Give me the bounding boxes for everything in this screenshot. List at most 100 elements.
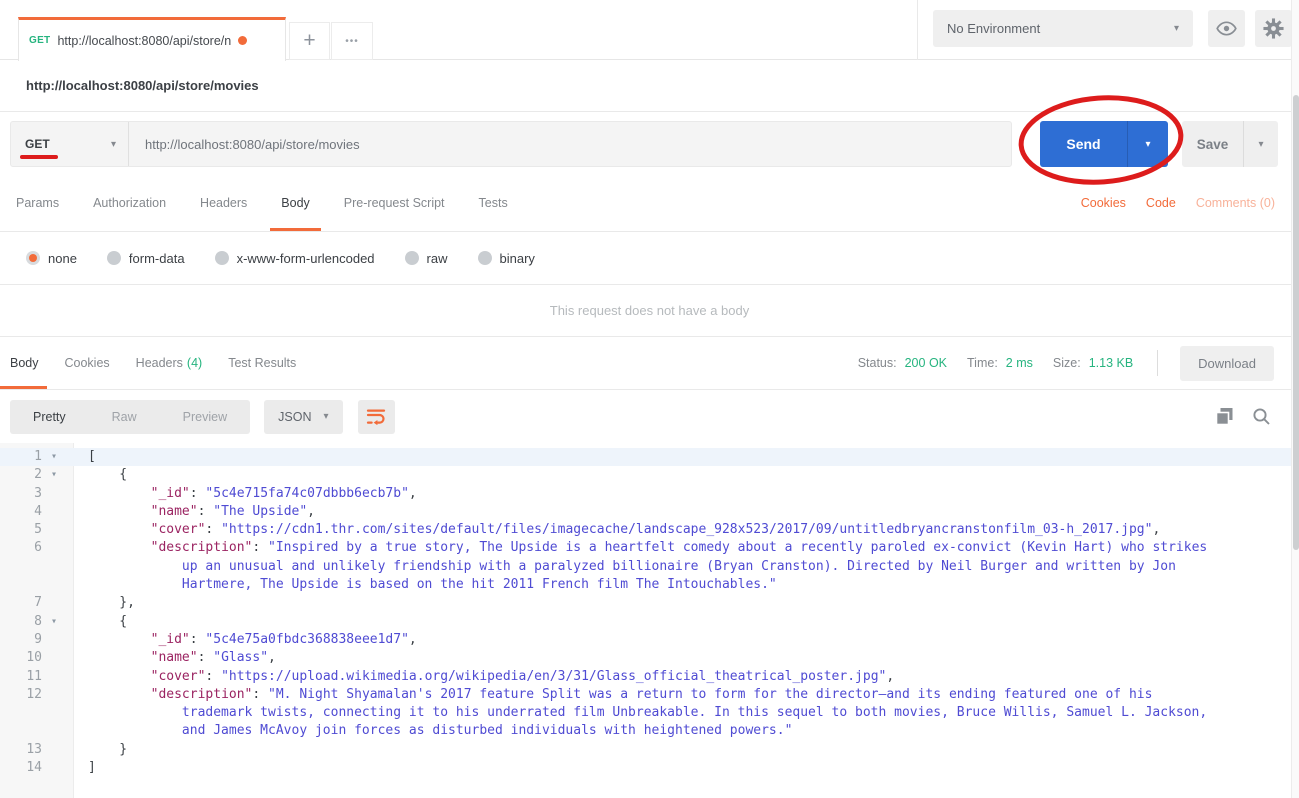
response-toolbar-icons	[1215, 407, 1271, 426]
response-tab-test-results[interactable]: Test Results	[228, 337, 296, 389]
line-number: 1	[34, 449, 42, 464]
response-tab-headers[interactable]: Headers (4)	[136, 337, 203, 389]
radio-label: binary	[499, 250, 535, 266]
line-number: 11	[26, 668, 42, 684]
code-text: up an unusual and unlikely friendship wi…	[88, 558, 1176, 574]
request-tab[interactable]: GET http://localhost:8080/api/store/n	[18, 17, 286, 61]
tab-authorization[interactable]: Authorization	[93, 175, 166, 231]
environment-quicklook-button[interactable]	[1208, 10, 1245, 47]
line-number: 13	[26, 741, 42, 757]
language-label: JSON	[278, 409, 312, 424]
radio-label: raw	[426, 250, 448, 266]
radio-label: form-data	[128, 250, 185, 266]
unsaved-changes-dot	[238, 36, 248, 45]
save-button[interactable]: Save ▾	[1182, 121, 1278, 167]
download-button[interactable]: Download	[1180, 345, 1274, 381]
radio-icon	[106, 251, 121, 265]
body-type-form-data[interactable]: form-data	[106, 250, 185, 266]
chevron-down-icon: ▾	[1173, 23, 1179, 34]
code-text: }	[88, 741, 128, 757]
code-text: ]	[88, 760, 96, 776]
code-text: "cover": "https://upload.wikimedia.org/w…	[150, 668, 895, 684]
comments-link[interactable]: Comments (0)	[1196, 196, 1275, 210]
save-options-caret[interactable]: ▾	[1244, 121, 1278, 167]
code-row: and James McAvoy join forces as disturbe…	[0, 722, 1299, 740]
code-row: 7 },	[0, 594, 1299, 612]
radio-icon	[404, 251, 419, 265]
code-row: 9 "_id": "5c4e75a0fbdc368838eee1d7",	[0, 631, 1299, 649]
environment-selector[interactable]: No Environment ▾	[933, 10, 1193, 47]
body-type-raw[interactable]: raw	[404, 250, 448, 266]
code-row: 5 "cover": "https://cdn1.thr.com/sites/d…	[0, 521, 1299, 539]
method-selector[interactable]: GET ▾	[11, 122, 129, 166]
tab-prerequest-script[interactable]: Pre-request Script	[344, 175, 445, 231]
headers-count-badge: (4)	[186, 356, 203, 370]
gear-icon	[1262, 17, 1285, 40]
code-text: trademark twists, connecting it to his u…	[88, 705, 1208, 721]
code-link[interactable]: Code	[1146, 196, 1176, 210]
tab-params[interactable]: Params	[16, 175, 59, 231]
cookies-link[interactable]: Cookies	[1081, 196, 1126, 210]
fold-caret-icon[interactable]: ▾	[48, 613, 74, 631]
wrap-lines-button[interactable]	[357, 399, 395, 434]
radio-icon	[477, 251, 492, 265]
line-number	[0, 576, 48, 594]
line-number: 10	[26, 650, 42, 666]
chevron-down-icon: ▾	[110, 138, 116, 150]
code-row: Hartmere, The Upside is based on the hit…	[0, 576, 1299, 594]
postman-window: GET http://localhost:8080/api/store/n + …	[0, 0, 1299, 798]
fold-caret-icon[interactable]: ▾	[48, 448, 74, 466]
copy-icon[interactable]	[1215, 407, 1234, 426]
code-text: and James McAvoy join forces as disturbe…	[88, 723, 793, 739]
search-icon[interactable]	[1252, 407, 1271, 426]
scrollbar-thumb[interactable]	[1293, 95, 1299, 550]
line-number: 5	[34, 522, 42, 538]
response-meta: Status: 200 OK Time: 2 ms Size: 1.13 KB …	[857, 345, 1274, 381]
code-text: "description": "M. Night Shyamalan's 201…	[150, 686, 1153, 702]
url-group: GET ▾	[10, 121, 1012, 167]
line-number	[0, 558, 48, 576]
code-text: "name": "Glass",	[150, 650, 276, 666]
code-row: 8 ▾ {	[0, 613, 1299, 631]
code-row: up an unusual and unlikely friendship wi…	[0, 558, 1299, 576]
line-number	[0, 704, 48, 722]
line-number: 7	[34, 595, 42, 611]
body-type-urlencoded[interactable]: x-www-form-urlencoded	[214, 251, 375, 266]
language-selector[interactable]: JSON ▾	[264, 399, 343, 434]
tab-tests[interactable]: Tests	[479, 175, 508, 231]
time-value: 2 ms	[1005, 356, 1033, 370]
code-text: },	[88, 595, 135, 611]
body-type-none[interactable]: none	[26, 251, 77, 266]
response-tab-body[interactable]: Body	[0, 337, 46, 389]
settings-button[interactable]	[1255, 10, 1292, 47]
save-label: Save	[1182, 121, 1244, 167]
new-tab-button[interactable]: +	[289, 22, 330, 60]
tab-body[interactable]: Body	[270, 175, 321, 231]
headers-label: Headers	[135, 356, 183, 370]
header-divider	[917, 0, 918, 60]
url-input[interactable]	[129, 122, 1011, 166]
view-pretty[interactable]: Pretty	[10, 410, 89, 424]
request-links: Cookies Code Comments (0)	[1081, 196, 1275, 210]
fold-caret-icon[interactable]: ▾	[48, 466, 74, 484]
code-row: 2 ▾ {	[0, 466, 1299, 484]
code-row: trademark twists, connecting it to his u…	[0, 704, 1299, 722]
view-preview[interactable]: Preview	[160, 410, 250, 424]
send-button[interactable]: Send ▾	[1040, 121, 1168, 167]
code-row: 3 "_id": "5c4e715fa74c07dbbb6ecb7b",	[0, 485, 1299, 503]
response-tabs: Body Cookies Headers (4) Test Results	[0, 337, 296, 389]
send-options-caret[interactable]: ▾	[1128, 121, 1168, 167]
view-raw[interactable]: Raw	[89, 410, 160, 424]
response-body-viewer: 1 ▾ [2 ▾ {3 "_id": "5c4e715fa74c07dbbb6ecb7…	[0, 443, 1299, 798]
body-type-binary[interactable]: binary	[477, 250, 535, 266]
tab-options-button[interactable]: •••	[331, 22, 373, 60]
tab-headers[interactable]: Headers	[200, 175, 247, 231]
response-tab-cookies[interactable]: Cookies	[65, 337, 110, 389]
status-label: Status:	[857, 356, 897, 370]
